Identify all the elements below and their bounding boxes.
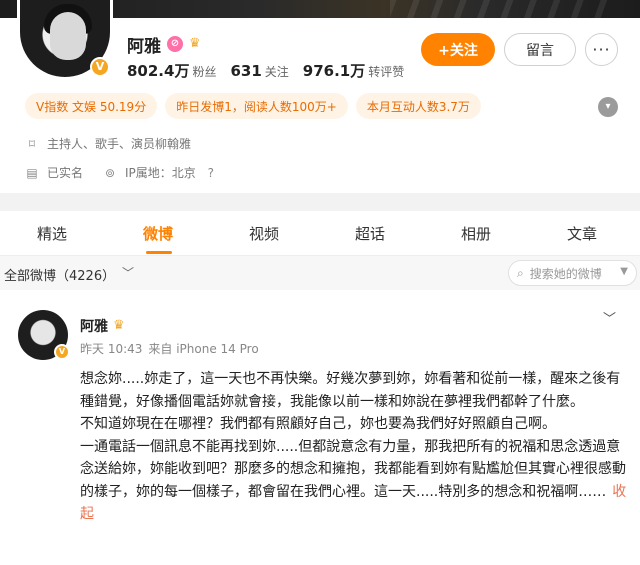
section-divider xyxy=(0,193,640,211)
verified-text: 已实名 xyxy=(47,166,84,180)
dropdown-arrow-icon[interactable]: ▼ xyxy=(620,266,628,277)
tag-v-index[interactable]: V指数 文娱 50.19分 xyxy=(25,93,158,119)
profile-tabs: 精选 微博 视频 超话 相册 文章 xyxy=(0,211,640,256)
post-author-row: 阿雅 ♛ xyxy=(80,316,129,336)
tab-albums[interactable]: 相册 xyxy=(461,223,491,244)
post-paragraph-text: 一通電話一個訊息不能再找到妳.....但都說意念有力量，那我把所有的祝福和思念透… xyxy=(80,438,626,500)
id-card-icon: ▤ xyxy=(26,165,38,180)
verified-v-icon: V xyxy=(90,57,110,77)
post-meta: 昨天 10:43 来自 iPhone 14 Pro xyxy=(80,340,259,357)
tab-super-topics[interactable]: 超话 xyxy=(355,223,385,244)
chevron-down-icon[interactable]: ﹀ xyxy=(122,264,134,281)
crown-icon: ♛ xyxy=(189,36,201,51)
member-badge-icon: ⊘ xyxy=(167,36,183,52)
ip-location-text: IP属地：北京 xyxy=(125,166,196,180)
bookmark-icon: ⌑ xyxy=(28,136,36,151)
post-body: 想念妳.....妳走了，這一天也不再快樂。好幾次夢到妳，妳看著和從前一樣，醒來之… xyxy=(80,368,628,526)
crown-icon: ♛ xyxy=(113,318,125,333)
profile-tags: V指数 文娱 50.19分 昨日发博1，阅读人数100万+ 本月互动人数3.7万 xyxy=(25,93,481,119)
tab-articles[interactable]: 文章 xyxy=(567,223,597,244)
search-input[interactable]: ⌕ 搜索她的微博 ▼ xyxy=(508,260,637,286)
tab-videos[interactable]: 视频 xyxy=(249,223,279,244)
all-posts-filter[interactable]: 全部微博（4226） xyxy=(4,265,115,284)
avatar-face xyxy=(50,12,86,60)
post-author[interactable]: 阿雅 xyxy=(80,316,108,336)
tag-monthly-interactions[interactable]: 本月互动人数3.7万 xyxy=(355,93,481,119)
tab-featured[interactable]: 精选 xyxy=(37,223,67,244)
profile-name-row: 阿雅 ⊘ ♛ xyxy=(127,32,205,57)
profile-stats: 802.4万 粉丝 631 关注 976.1万 转评赞 xyxy=(127,60,404,81)
location-icon: ⊚ xyxy=(104,165,116,180)
post-time[interactable]: 昨天 10:43 xyxy=(80,340,142,357)
stat-reposts-comments-likes: 976.1万 转评赞 xyxy=(302,62,405,80)
bio-row: ⌑ 主持人、歌手、演员柳翰雅 xyxy=(25,135,191,152)
tag-yesterday-posts[interactable]: 昨日发博1，阅读人数100万+ xyxy=(165,93,348,119)
post-paragraph: 不知道妳現在在哪裡？我們都有照顧好自己，妳也要為我們好好照顧自己啊。 xyxy=(80,416,556,432)
message-button[interactable]: 留言 xyxy=(504,33,576,66)
more-options-button[interactable]: ··· xyxy=(585,33,618,66)
post-paragraph-last: 一通電話一個訊息不能再找到妳.....但都說意念有力量，那我把所有的祝福和思念透… xyxy=(80,436,628,526)
post-menu-chevron-icon[interactable]: ﹀ xyxy=(603,308,616,327)
verified-v-icon: V xyxy=(54,344,70,360)
follow-button[interactable]: +关注 xyxy=(421,33,495,66)
stat-fans[interactable]: 802.4万 粉丝 xyxy=(127,60,216,81)
post-source: 来自 iPhone 14 Pro xyxy=(148,342,259,356)
identity-row: ▤ 已实名 ⊚ IP属地：北京 ? xyxy=(25,164,218,181)
search-placeholder: 搜索她的微博 xyxy=(529,266,602,281)
active-tab-indicator xyxy=(146,251,172,254)
expand-chevron-icon[interactable]: ▾ xyxy=(598,97,618,117)
post-card: V 阿雅 ♛ 昨天 10:43 来自 iPhone 14 Pro ﹀ 想念妳..… xyxy=(0,296,640,565)
post-paragraph: 想念妳.....妳走了，這一天也不再快樂。好幾次夢到妳，妳看著和從前一樣，醒來之… xyxy=(80,371,621,410)
stat-following[interactable]: 631 关注 xyxy=(230,61,288,80)
search-icon: ⌕ xyxy=(517,265,524,280)
help-icon[interactable]: ? xyxy=(204,166,218,180)
tab-weibo[interactable]: 微博 xyxy=(143,223,173,244)
filter-bar: 全部微博（4226） ﹀ ⌕ 搜索她的微博 ▼ xyxy=(0,256,640,290)
bio-text: 主持人、歌手、演员柳翰雅 xyxy=(47,137,192,151)
profile-name: 阿雅 xyxy=(127,36,161,57)
